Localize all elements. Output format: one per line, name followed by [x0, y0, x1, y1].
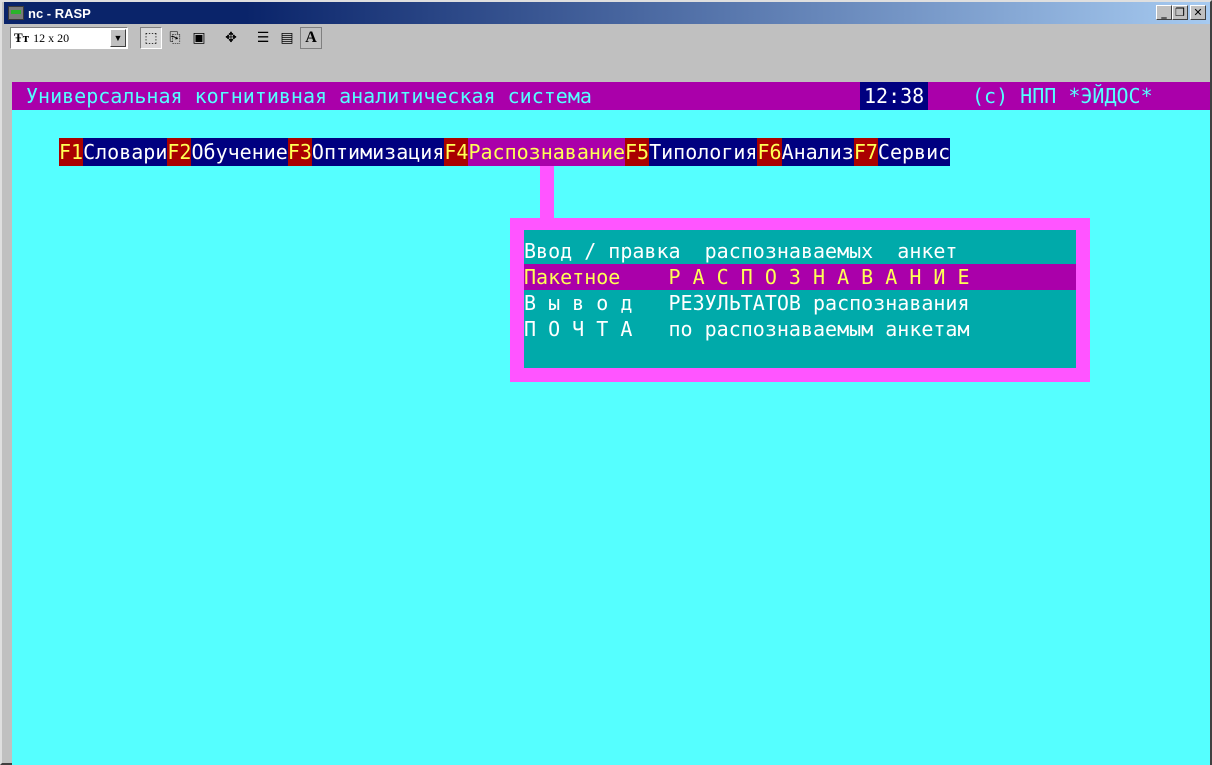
submenu-list: Ввод / правка распознаваемых анкет Пакет… [524, 230, 1076, 368]
font-size-select[interactable]: Ŧт 12 x 20 ▼ [10, 27, 128, 49]
maximize-button[interactable]: ❐ [1172, 5, 1188, 20]
menu-label: Оптимизация [311, 138, 445, 166]
font-size-value: 12 x 20 [33, 30, 70, 45]
window-title: nc - RASP [28, 5, 91, 21]
close-button[interactable]: ✕ [1190, 5, 1206, 20]
minimize-button[interactable]: _ [1156, 5, 1172, 20]
menu-label: Обучение [191, 138, 288, 166]
menu-key: F1 [59, 138, 84, 166]
system-title: Универсальная когнитивная аналитическая … [26, 84, 592, 108]
app-window: nc - RASP _ ❐ ✕ Ŧт 12 x 20 ▼ ⬚ ⎘ ▣ ✥ ☰ ▤… [0, 0, 1212, 765]
menu-label: Распознавание [468, 138, 625, 166]
copyright: (с) НПП *ЭЙДОС* [972, 84, 1153, 108]
menu-item-servis[interactable]: F7 Сервис [853, 138, 951, 166]
menu-label: Типология [649, 138, 758, 166]
menu-item-tipologiya[interactable]: F5 Типология [625, 138, 758, 166]
submenu-item-paketnoe[interactable]: Пакетное Р А С П О З Н А В А Н И Е [524, 264, 1076, 290]
paste-icon[interactable]: ▣ [188, 27, 210, 49]
submenu-item-pochta[interactable]: П О Ч Т А по распознаваемым анкетам [524, 316, 1076, 342]
clock: 12:38 [860, 82, 929, 110]
menu-label: Словари [83, 138, 168, 166]
menu-key: F5 [625, 138, 650, 166]
menu-label: Сервис [877, 138, 951, 166]
font-type-icon: Ŧт [14, 30, 30, 45]
status-line: Универсальная когнитивная аналитическая … [12, 82, 1210, 110]
properties-icon[interactable]: ☰ [252, 27, 274, 49]
menu-item-analiz[interactable]: F6 Анализ [757, 138, 854, 166]
menu-key: F4 [444, 138, 469, 166]
menu-key: F3 [287, 138, 312, 166]
menu-label: Анализ [781, 138, 854, 166]
fullscreen-icon[interactable]: ✥ [220, 27, 242, 49]
menu-item-obuchenie[interactable]: F2 Обучение [167, 138, 288, 166]
select-icon[interactable]: ⬚ [140, 27, 162, 49]
submenu-item-vvod[interactable]: Ввод / правка распознаваемых анкет [524, 238, 1076, 264]
font-icon[interactable]: A [300, 27, 322, 49]
copy-icon[interactable]: ⎘ [164, 27, 186, 49]
menu-key: F6 [757, 138, 782, 166]
chevron-down-icon[interactable]: ▼ [110, 29, 126, 47]
menu-item-raspoznavanie[interactable]: F4 Распознавание [444, 138, 625, 166]
dropdown-connector [540, 166, 554, 218]
toolbar: Ŧт 12 x 20 ▼ ⬚ ⎘ ▣ ✥ ☰ ▤ A [4, 24, 1210, 64]
main-menu: F1 Словари F2 Обучение F3 Оптимизация F4 Рас… [59, 138, 951, 166]
submenu-dropdown: Ввод / правка распознаваемых анкет Пакет… [510, 218, 1090, 382]
console-screen[interactable]: Универсальная когнитивная аналитическая … [12, 82, 1210, 765]
title-bar[interactable]: nc - RASP _ ❐ ✕ [4, 2, 1210, 24]
menu-item-optimizatsiya[interactable]: F3 Оптимизация [287, 138, 445, 166]
menu-item-slovari[interactable]: F1 Словари [59, 138, 168, 166]
menu-key: F7 [853, 138, 878, 166]
app-icon[interactable] [8, 6, 24, 20]
window-controls: _ ❐ ✕ [1156, 5, 1206, 20]
background-icon[interactable]: ▤ [276, 27, 298, 49]
submenu-item-vyvod[interactable]: В ы в о д РЕЗУЛЬТАТОВ распознавания [524, 290, 1076, 316]
menu-key: F2 [167, 138, 192, 166]
